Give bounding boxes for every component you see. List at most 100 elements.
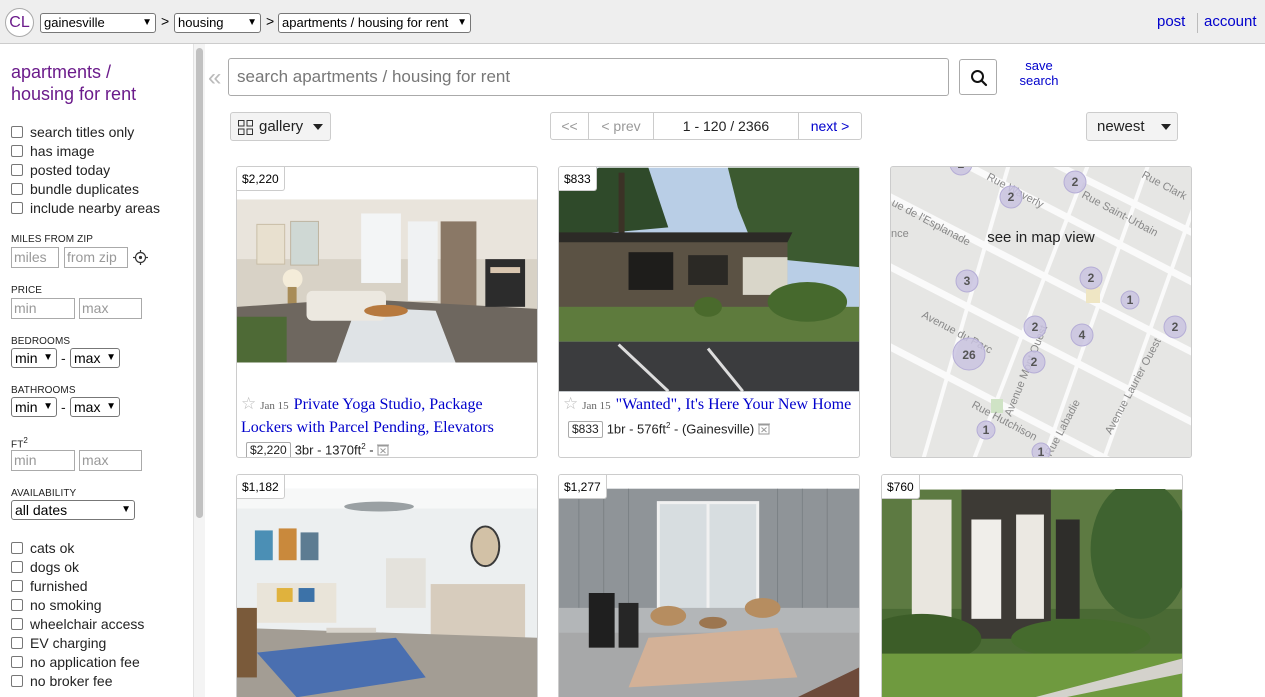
first-page-button[interactable]: << [551, 113, 588, 139]
category-title: apartments / housing for rent [11, 61, 181, 105]
locate-me-icon[interactable] [133, 250, 148, 265]
listing-card[interactable]: $760 [881, 474, 1183, 697]
favorite-star-icon[interactable]: ☆ [563, 394, 578, 413]
listing-photo[interactable] [559, 488, 859, 697]
filter-label: posted today [30, 162, 111, 178]
checkbox[interactable] [11, 126, 23, 138]
listing-price-tag: $2,220 [237, 167, 285, 191]
filter-wheelchair-access[interactable]: wheelchair access [11, 616, 144, 634]
listing-photo[interactable] [237, 199, 537, 363]
prev-page-button[interactable]: < prev [589, 113, 653, 139]
category-select[interactable]: housing ▼ [174, 13, 261, 33]
sidebar-scrollbar[interactable] [193, 44, 205, 697]
range-dash: - [61, 350, 66, 366]
filter-dogs-ok[interactable]: dogs ok [11, 559, 79, 577]
filter-posted-today[interactable]: posted today [11, 162, 110, 180]
filter-no-broker-fee[interactable]: no broker fee [11, 673, 113, 691]
checkbox[interactable] [11, 183, 23, 195]
listing-title[interactable]: ☆ Jan 15 "Wanted", It's Here Your New Home [563, 393, 859, 417]
view-mode-dropdown[interactable]: gallery [230, 112, 331, 141]
checkbox[interactable] [11, 599, 23, 611]
map-preview[interactable]: ue de l'Esplanade Rue Saint-Urbain Rue C… [890, 166, 1192, 458]
checkbox[interactable] [11, 618, 23, 630]
pagination: << < prev 1 - 120 / 2366 next > [550, 112, 862, 140]
craigslist-logo[interactable]: CL [5, 8, 34, 37]
checkbox[interactable] [11, 580, 23, 592]
zip-input[interactable]: from zip [64, 247, 128, 268]
checkbox[interactable] [11, 164, 23, 176]
listing-photo[interactable] [237, 488, 537, 697]
listing-photo[interactable] [559, 167, 859, 392]
subcategory-select[interactable]: apartments / housing for rent ▼ [278, 13, 471, 33]
listing-photo[interactable] [882, 489, 1182, 697]
filter-no-application-fee[interactable]: no application fee [11, 654, 140, 672]
chevron-down-icon: ▼ [142, 17, 152, 28]
checkbox[interactable] [11, 637, 23, 649]
bathrooms-min-select[interactable]: min ▼ [11, 397, 57, 417]
chevron-down-icon: ▼ [43, 352, 53, 363]
listing-title[interactable]: ☆ Jan 15 Private Yoga Studio, Package Lock… [241, 393, 535, 439]
listing-card[interactable]: $2,220 ☆ Jan 15 Private Yoga Studio, Packa… [236, 166, 538, 458]
filter-ev-charging[interactable]: EV charging [11, 635, 106, 653]
filter-cats-ok[interactable]: cats ok [11, 540, 74, 558]
price-min-input[interactable]: min [11, 298, 75, 319]
listing-card[interactable]: $1,277 [558, 474, 860, 697]
listing-location: - (Gainesville) [670, 421, 755, 437]
checkbox[interactable] [11, 675, 23, 687]
filter-include-nearby-areas[interactable]: include nearby areas [11, 200, 160, 218]
listing-title-text[interactable]: Private Yoga Studio, Package [294, 396, 483, 413]
search-input[interactable]: search apartments / housing for rent [228, 58, 949, 96]
bathrooms-max-select[interactable]: max ▼ [70, 397, 120, 417]
filter-no-smoking[interactable]: no smoking [11, 597, 102, 615]
filter-has-image[interactable]: has image [11, 143, 95, 161]
map-cluster-count: 1 [983, 423, 990, 437]
filter-search-titles-only[interactable]: search titles only [11, 124, 134, 142]
search-button[interactable] [959, 59, 997, 95]
save-search-text: search [1019, 73, 1059, 88]
checkbox[interactable] [11, 202, 23, 214]
listing-title-text[interactable]: Lockers with Parcel Pending, Elevators [241, 419, 494, 436]
checkbox[interactable] [11, 542, 23, 554]
checkbox[interactable] [11, 656, 23, 668]
map-cluster-count: 1 [1127, 293, 1134, 307]
miles-from-zip-label: MILES FROM ZIP [11, 234, 93, 245]
post-link[interactable]: post [1157, 13, 1185, 30]
save-search-link[interactable]: save search [1014, 58, 1064, 88]
listing-title-text[interactable]: "Wanted", It's Here Your New Home [616, 396, 852, 413]
listing-price-tag: $1,182 [237, 475, 285, 499]
chevron-down-icon: ▼ [457, 17, 467, 28]
chevron-down-icon: ▼ [106, 352, 116, 363]
next-page-button[interactable]: next > [799, 113, 861, 139]
sort-dropdown[interactable]: newest [1086, 112, 1178, 141]
hide-listing-icon[interactable] [757, 422, 770, 435]
bedrooms-max-select[interactable]: max ▼ [70, 348, 120, 368]
checkbox[interactable] [11, 145, 23, 157]
save-search-text: save [1025, 58, 1053, 73]
scrollbar-thumb[interactable] [196, 48, 203, 518]
bedrooms-min-select[interactable]: min ▼ [11, 348, 57, 368]
bedrooms-label: BEDROOMS [11, 336, 71, 347]
bathrooms-label: BATHROOMS [11, 385, 76, 396]
checkbox[interactable] [11, 561, 23, 573]
chevron-down-icon: ▼ [121, 504, 131, 515]
favorite-star-icon[interactable]: ☆ [241, 394, 256, 413]
listing-card[interactable]: $833 ☆ Jan 15 "Wanted", It's Here Your New… [558, 166, 860, 458]
price-label: PRICE [11, 285, 43, 296]
listing-card[interactable]: $1,182 [236, 474, 538, 697]
account-link[interactable]: account [1204, 13, 1257, 30]
miles-input[interactable]: miles [11, 247, 59, 268]
map-cluster-count: 26 [962, 348, 976, 362]
location-select[interactable]: gainesville ▼ [40, 13, 156, 33]
listing-meta: $833 1br - 576ft2 - (Gainesville) [568, 417, 770, 439]
sqft-max-input[interactable]: max [79, 450, 142, 471]
see-in-map-view-link[interactable]: see in map view [891, 229, 1191, 246]
filter-bundle-duplicates[interactable]: bundle duplicates [11, 181, 139, 199]
filter-furnished[interactable]: furnished [11, 578, 88, 596]
availability-select[interactable]: all dates ▼ [11, 500, 135, 520]
collapse-sidebar-icon[interactable]: « [208, 64, 221, 92]
hide-listing-icon[interactable] [377, 443, 390, 456]
sqft-min-input[interactable]: min [11, 450, 75, 471]
select-value: min [15, 350, 38, 366]
square-feet-label: FT2 [11, 436, 28, 450]
price-max-input[interactable]: max [79, 298, 142, 319]
